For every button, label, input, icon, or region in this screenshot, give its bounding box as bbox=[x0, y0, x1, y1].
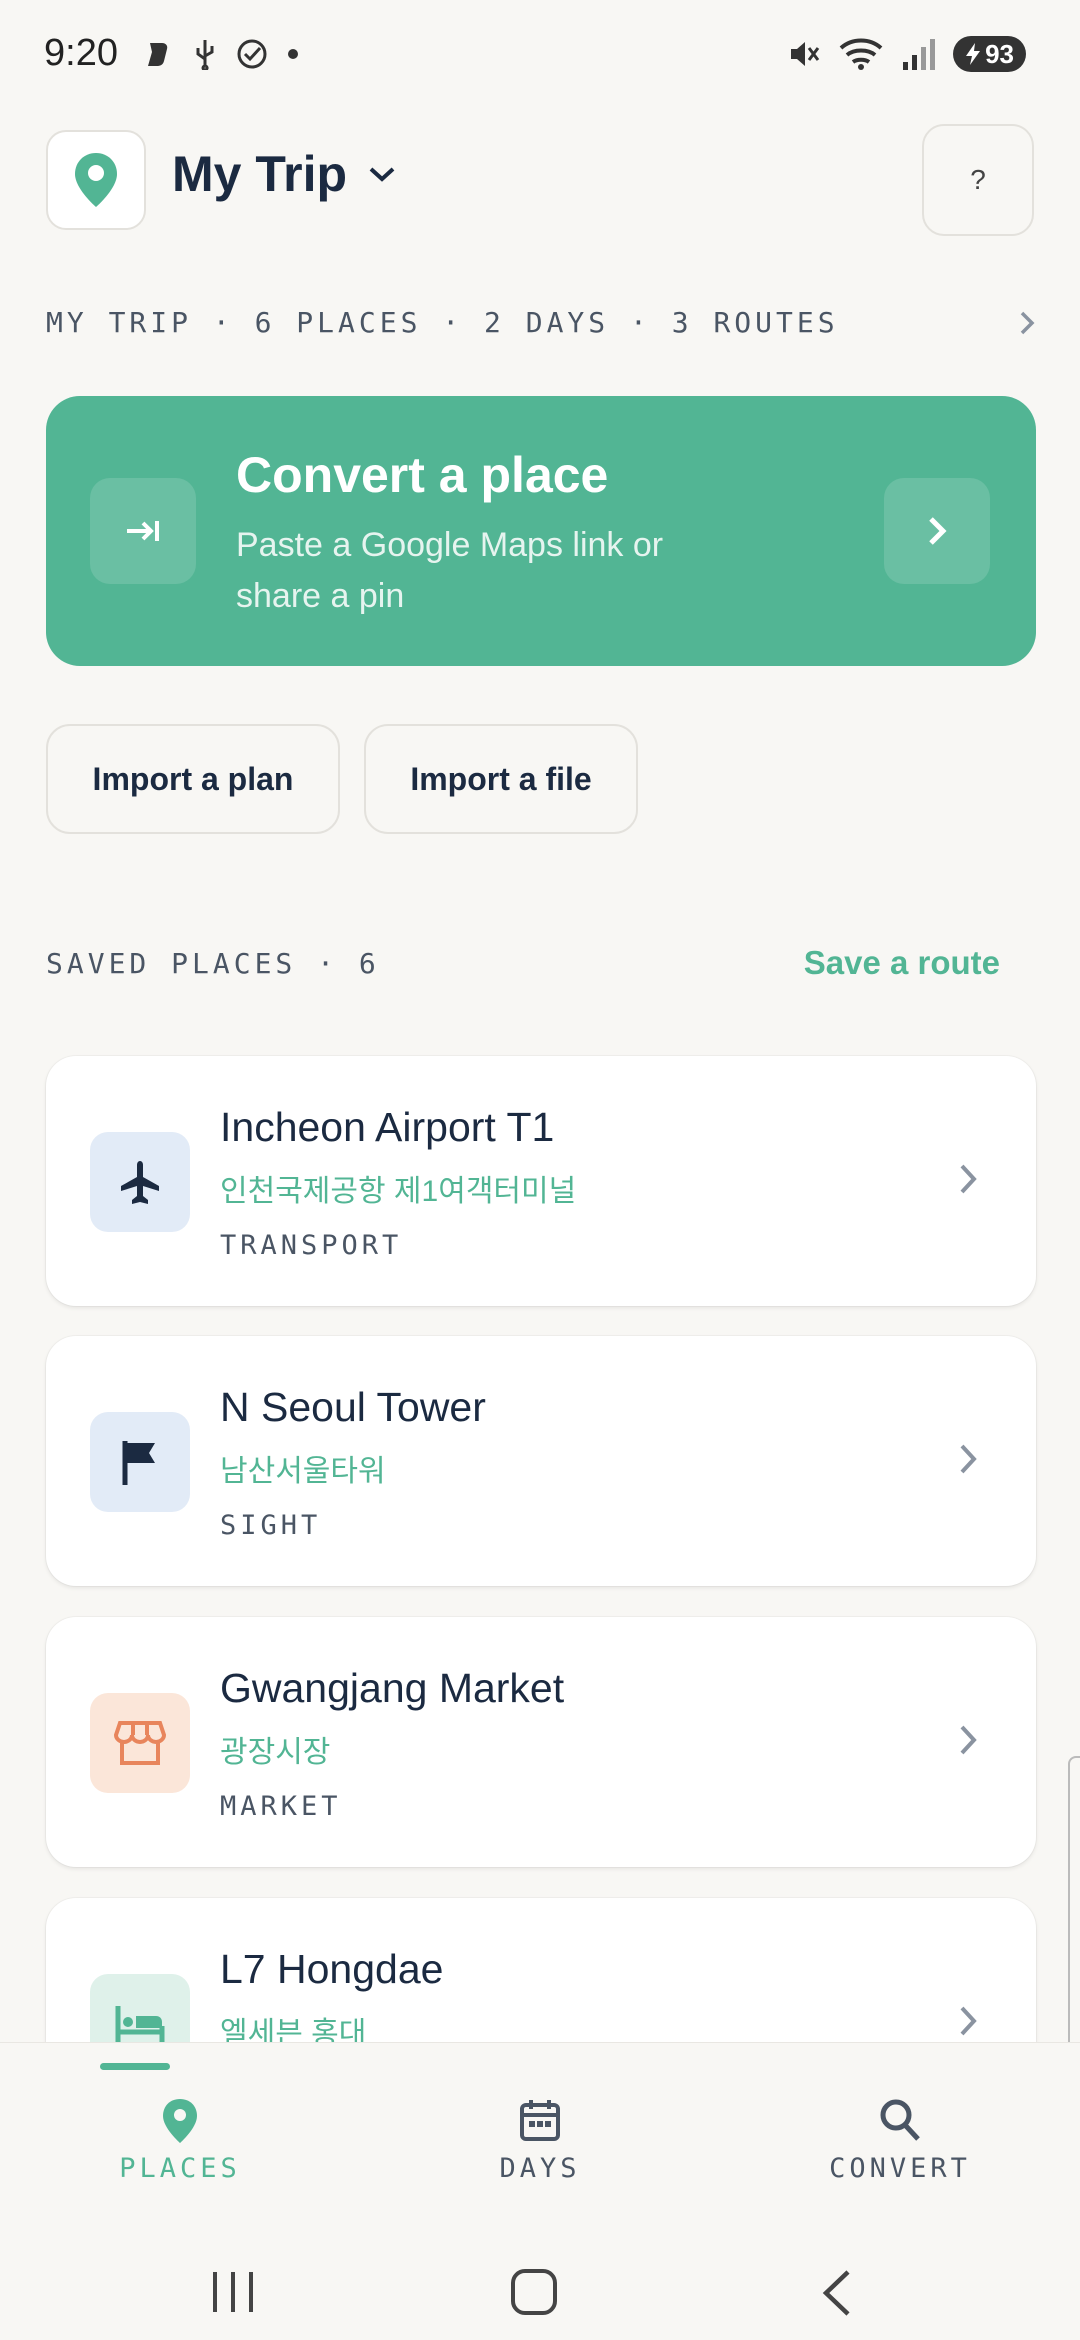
place-card[interactable]: Incheon Airport T1 인천국제공항 제1여객터미널 TRANSP… bbox=[46, 1056, 1036, 1306]
chevron-right-icon bbox=[929, 517, 947, 545]
search-icon bbox=[880, 2099, 920, 2141]
trip-summary[interactable]: MY TRIP · 6 PLACES · 2 DAYS · 3 ROUTES bbox=[46, 306, 1036, 339]
status-time: 9:20 bbox=[44, 32, 118, 74]
import-file-label: Import a file bbox=[410, 760, 592, 797]
import-file-button[interactable]: Import a file bbox=[364, 724, 638, 834]
save-route-link[interactable]: Save a route bbox=[804, 944, 1000, 982]
convert-card-subtitle: Paste a Google Maps link or share a pin bbox=[236, 526, 664, 615]
import-plan-button[interactable]: Import a plan bbox=[46, 724, 340, 834]
store-icon bbox=[90, 1693, 190, 1793]
airplane-icon bbox=[90, 1132, 190, 1232]
app-logo[interactable] bbox=[46, 130, 146, 230]
convert-place-card[interactable]: Convert a place Paste a Google Maps link… bbox=[46, 396, 1036, 666]
map-pin-icon bbox=[163, 2099, 197, 2143]
place-category: MARKET bbox=[220, 1791, 342, 1822]
bottom-navigation: PLACES DAYS CONVERT bbox=[0, 2042, 1080, 2238]
nav-days[interactable]: DAYS bbox=[360, 2043, 720, 2239]
chevron-down-icon bbox=[369, 167, 395, 182]
chevron-right-icon bbox=[960, 2006, 977, 2036]
app-notification-icon bbox=[148, 43, 168, 66]
convert-card-go-button[interactable] bbox=[884, 478, 990, 584]
saved-places-header: SAVED PLACES · 6 Save a route bbox=[46, 944, 1000, 982]
check-circle-icon bbox=[237, 39, 267, 69]
place-name: Incheon Airport T1 bbox=[220, 1104, 555, 1150]
nav-days-label: DAYS bbox=[499, 2153, 581, 2184]
trip-title: My Trip bbox=[172, 146, 348, 202]
flag-icon bbox=[90, 1412, 190, 1512]
chevron-right-icon bbox=[1020, 311, 1035, 334]
import-plan-label: Import a plan bbox=[92, 760, 294, 797]
calendar-icon bbox=[520, 2100, 560, 2141]
place-name: L7 Hongdae bbox=[220, 1946, 444, 1992]
nav-convert-label: CONVERT bbox=[829, 2153, 971, 2184]
convert-card-title: Convert a place bbox=[236, 447, 609, 503]
back-icon[interactable] bbox=[818, 2268, 854, 2318]
scrollbar[interactable] bbox=[1068, 1756, 1080, 2056]
place-name: Gwangjang Market bbox=[220, 1665, 565, 1711]
place-local-name: 남산서울타워 bbox=[220, 1455, 386, 1488]
place-name: N Seoul Tower bbox=[220, 1384, 486, 1430]
nav-convert[interactable]: CONVERT bbox=[720, 2043, 1080, 2239]
usb-icon bbox=[196, 40, 214, 70]
signal-icon bbox=[903, 39, 936, 70]
place-local-name: 광장시장 bbox=[220, 1736, 331, 1769]
battery-level: 93 bbox=[985, 38, 1014, 69]
place-card[interactable]: N Seoul Tower 남산서울타워 SIGHT bbox=[46, 1336, 1036, 1586]
place-local-name: 인천국제공항 제1여객터미널 bbox=[220, 1175, 577, 1208]
recent-apps-icon[interactable] bbox=[210, 2270, 256, 2314]
help-button[interactable]: ? bbox=[922, 124, 1034, 236]
status-system-icons: 93 bbox=[785, 36, 1026, 72]
chevron-right-icon bbox=[960, 1164, 977, 1194]
charging-icon bbox=[966, 43, 981, 65]
status-bar: 9:20 93 bbox=[0, 0, 1080, 112]
dot-icon bbox=[288, 49, 298, 59]
status-notification-icons bbox=[144, 38, 300, 70]
home-icon[interactable] bbox=[510, 2268, 558, 2316]
help-label: ? bbox=[970, 164, 986, 195]
place-category: SIGHT bbox=[220, 1510, 322, 1541]
mute-icon bbox=[791, 42, 820, 66]
saved-places-label: SAVED PLACES · 6 bbox=[46, 946, 380, 980]
active-tab-indicator bbox=[100, 2063, 170, 2070]
trip-summary-text: MY TRIP · 6 PLACES · 2 DAYS · 3 ROUTES bbox=[46, 306, 839, 339]
nav-places-label: PLACES bbox=[119, 2153, 241, 2184]
trip-selector[interactable]: My Trip bbox=[172, 145, 397, 203]
system-navigation-bar bbox=[0, 2238, 1080, 2340]
chevron-right-icon bbox=[960, 1444, 977, 1474]
arrow-to-line-icon bbox=[90, 478, 196, 584]
place-card[interactable]: Gwangjang Market 광장시장 MARKET bbox=[46, 1617, 1036, 1867]
chevron-right-icon bbox=[960, 1725, 977, 1755]
place-category: TRANSPORT bbox=[220, 1230, 403, 1261]
nav-places[interactable]: PLACES bbox=[0, 2043, 360, 2239]
map-pin-logo-icon bbox=[75, 153, 117, 207]
battery-indicator: 93 bbox=[953, 36, 1026, 72]
wifi-icon bbox=[839, 38, 883, 70]
